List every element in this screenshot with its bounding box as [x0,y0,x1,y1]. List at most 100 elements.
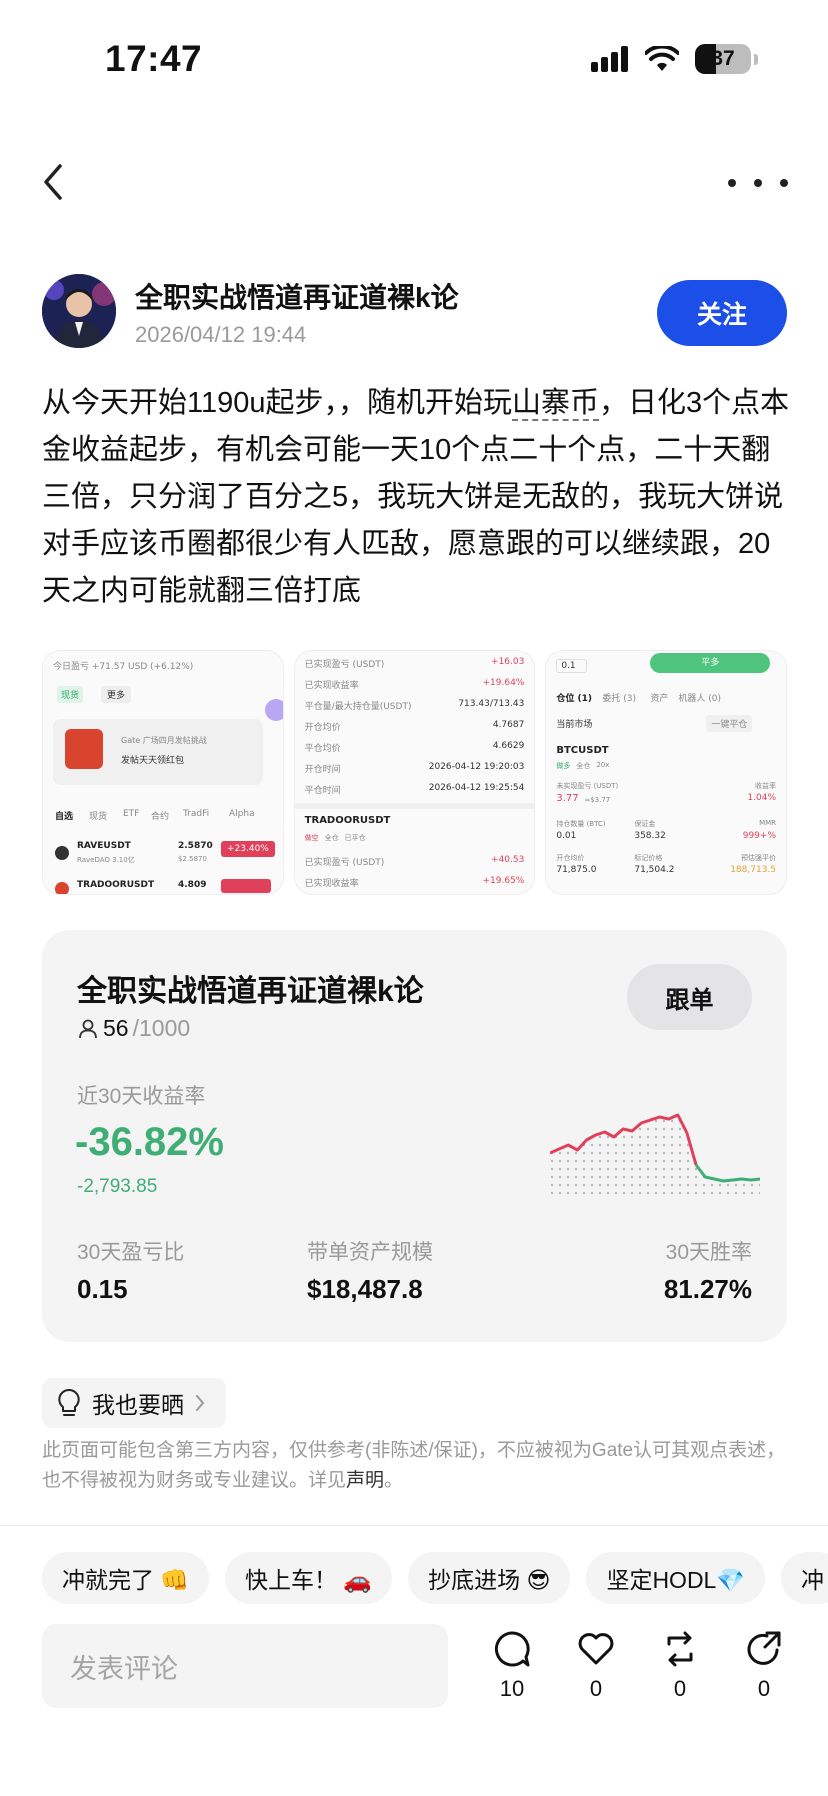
battery-icon: 37 [695,44,751,74]
pnl-ratio-label: 30天盈亏比 [77,1241,185,1264]
img3-qty-label: 持仓数量 (BTC) [556,820,606,828]
divider [294,803,535,809]
img1-tab-4: TradFi [183,809,210,819]
followers-max: /1000 [132,1015,191,1041]
quick-reply-chip[interactable]: 抄底进场 😎 [408,1552,571,1604]
user-icon [79,1019,97,1038]
img3-mmr-label: MMR [759,819,777,827]
img3-pnl-label: 未实现盈亏 (USDT) [556,782,619,790]
img2-row4-k: 平仓均价 [304,744,341,754]
author-header: 全职实战悟道再证道裸k论 2026/04/12 19:44 关注 [42,274,787,354]
avatar[interactable] [42,274,116,348]
img1-row1-subprice: $2.5870 [178,855,207,863]
sparkline-loss-line [694,1164,760,1183]
like-button[interactable]: 0 [566,1630,626,1702]
quick-reply-chip[interactable]: 冲就完了 👊 [42,1552,210,1604]
quick-reply-chips: 冲就完了 👊 快上车！ 🚗 抄底进场 😎 坚定HODL💎 冲 [42,1552,828,1604]
chevron-left-icon [44,164,62,200]
repost-count: 0 [673,1676,687,1701]
img3-mark-label: 标记价格 [634,854,663,862]
battery-level: 37 [711,47,735,70]
img1-row2-chg [221,879,271,893]
lightbulb-icon [58,1388,80,1416]
comment-input[interactable]: 发表评论 [42,1624,448,1708]
pnl-sparkline [550,1113,760,1195]
disclaimer-link[interactable]: 声明 [346,1470,384,1491]
img3-pnl: 3.77 [556,793,579,804]
post-image-3[interactable]: 0.1 平多 仓位 (1) 委托 (3) 资产 机器人 (0) 当前市场 一键平… [545,650,788,895]
img3-liq-label: 预估强平价 [741,854,777,862]
img1-tab-1: 现货 [89,812,108,822]
img1-btn-a: 现货 [57,686,84,703]
quick-reply-chip[interactable]: 快上车！ 🚗 [225,1552,393,1604]
copy-trade-card[interactable]: 全职实战悟道再证道裸k论 跟单 56/1000 近30天收益率 -36.82% … [42,930,787,1342]
share-button[interactable]: 0 [734,1630,794,1702]
chevron-right-icon [196,1395,205,1411]
img3-roe-label: 收益率 [755,782,777,790]
roi-label: 近30天收益率 [77,1085,206,1108]
img3-symbol: BTCUSDT [556,745,609,756]
img3-roe: 1.04% [747,793,777,803]
comment-icon [494,1631,530,1667]
img1-row2-price: 4.809 [178,880,207,890]
img2-row4-v: 4.6629 [492,741,525,751]
roi-absolute: -2,793.85 [77,1176,158,1197]
img1-promo-a: Gate 广场四月发帖挑战 [121,736,207,745]
follow-button[interactable]: 关注 [657,280,787,346]
img2-rows2-0-k: 已实现盈亏 (USDT) [304,858,385,868]
repost-button[interactable]: 0 [650,1630,710,1702]
disclaimer-text: 此页面可能包含第三方内容，仅供参考(非陈述/保证)，不应被视为Gate认可其观点… [42,1440,786,1491]
post-token-link[interactable]: 山寨币 [512,387,600,421]
post-body: 从今天开始1190u起步，，随机开始玩山寨币，日化3个点本金收益起步，有机会可能… [42,380,792,615]
more-dot-icon [754,179,762,187]
img3-tag-1: 全仓 [576,762,591,770]
coin-icon [55,846,69,860]
img3-tab-1: 委托 (3) [602,694,636,704]
aum-label: 带单资产规模 [307,1241,433,1264]
copy-trade-button[interactable]: 跟单 [627,964,752,1030]
back-button[interactable] [40,162,80,208]
repost-icon [667,1631,693,1667]
img1-row1-sym: RAVEUSDT [77,841,131,851]
img3-margin-label: 保证金 [634,820,656,828]
img2-row1-k: 已实现收益率 [304,681,359,691]
quick-reply-chip[interactable]: 坚定HODL💎 [586,1552,765,1604]
img3-open: 71,875.0 [556,865,597,875]
img1-tab-3: 合约 [151,812,170,822]
img2-row2-k: 平仓量/最大持仓量(USDT) [304,702,412,712]
share-mine-button[interactable]: 我也要晒 [42,1378,226,1428]
gift-icon [65,729,103,769]
img1-promo-b: 发帖天天领红包 [121,756,185,766]
share-icon [747,1631,781,1665]
author-name[interactable]: 全职实战悟道再证道裸k论 [135,276,459,316]
trader-name: 全职实战悟道再证道裸k论 [77,975,424,1008]
aum-value: $18,487.8 [307,1274,423,1304]
post-date: 2026/04/12 19:44 [135,322,307,347]
img3-qty: 0.01 [556,831,577,841]
avatar-image [42,274,116,348]
img1-tab-0: 自选 [55,812,74,822]
sparkline-area [550,1115,760,1195]
comment-button[interactable]: 10 [482,1630,542,1702]
roi-value: -36.82% [75,1120,224,1164]
more-options-button[interactable] [728,168,788,198]
pnl-ratio-value: 0.15 [77,1274,128,1304]
signal-icon [591,46,628,72]
floating-icon [265,699,283,721]
img1-row2-sym: TRADOORUSDT [77,880,155,890]
post-image-2[interactable]: 已实现盈亏 (USDT) +16.03 已实现收益率 +19.64% 平仓量/最… [293,650,536,895]
img3-tag-0: 做多 [556,762,571,770]
img2-row5-k: 开仓时间 [304,765,341,775]
img2-row5-v: 2026-04-12 19:20:03 [428,762,525,772]
img3-margin: 358.32 [634,831,666,841]
img2-row0-v: +16.03 [491,657,525,667]
quick-reply-chip[interactable]: 冲 [780,1552,828,1604]
img1-tab-2: ETF [123,809,140,819]
img3-top-btn: 平多 [650,653,771,673]
share-label: 我也要晒 [92,1392,184,1418]
followers-count: 56/1000 [77,1015,190,1042]
post-images: 今日盈亏 +71.57 USD (+6.12%) 现货 更多 Gate 广场四月… [42,650,788,895]
img1-header: 今日盈亏 +71.57 USD (+6.12%) [53,662,194,672]
img3-tab-2: 资产 [650,694,669,704]
post-image-1[interactable]: 今日盈亏 +71.57 USD (+6.12%) 现货 更多 Gate 广场四月… [42,650,284,895]
